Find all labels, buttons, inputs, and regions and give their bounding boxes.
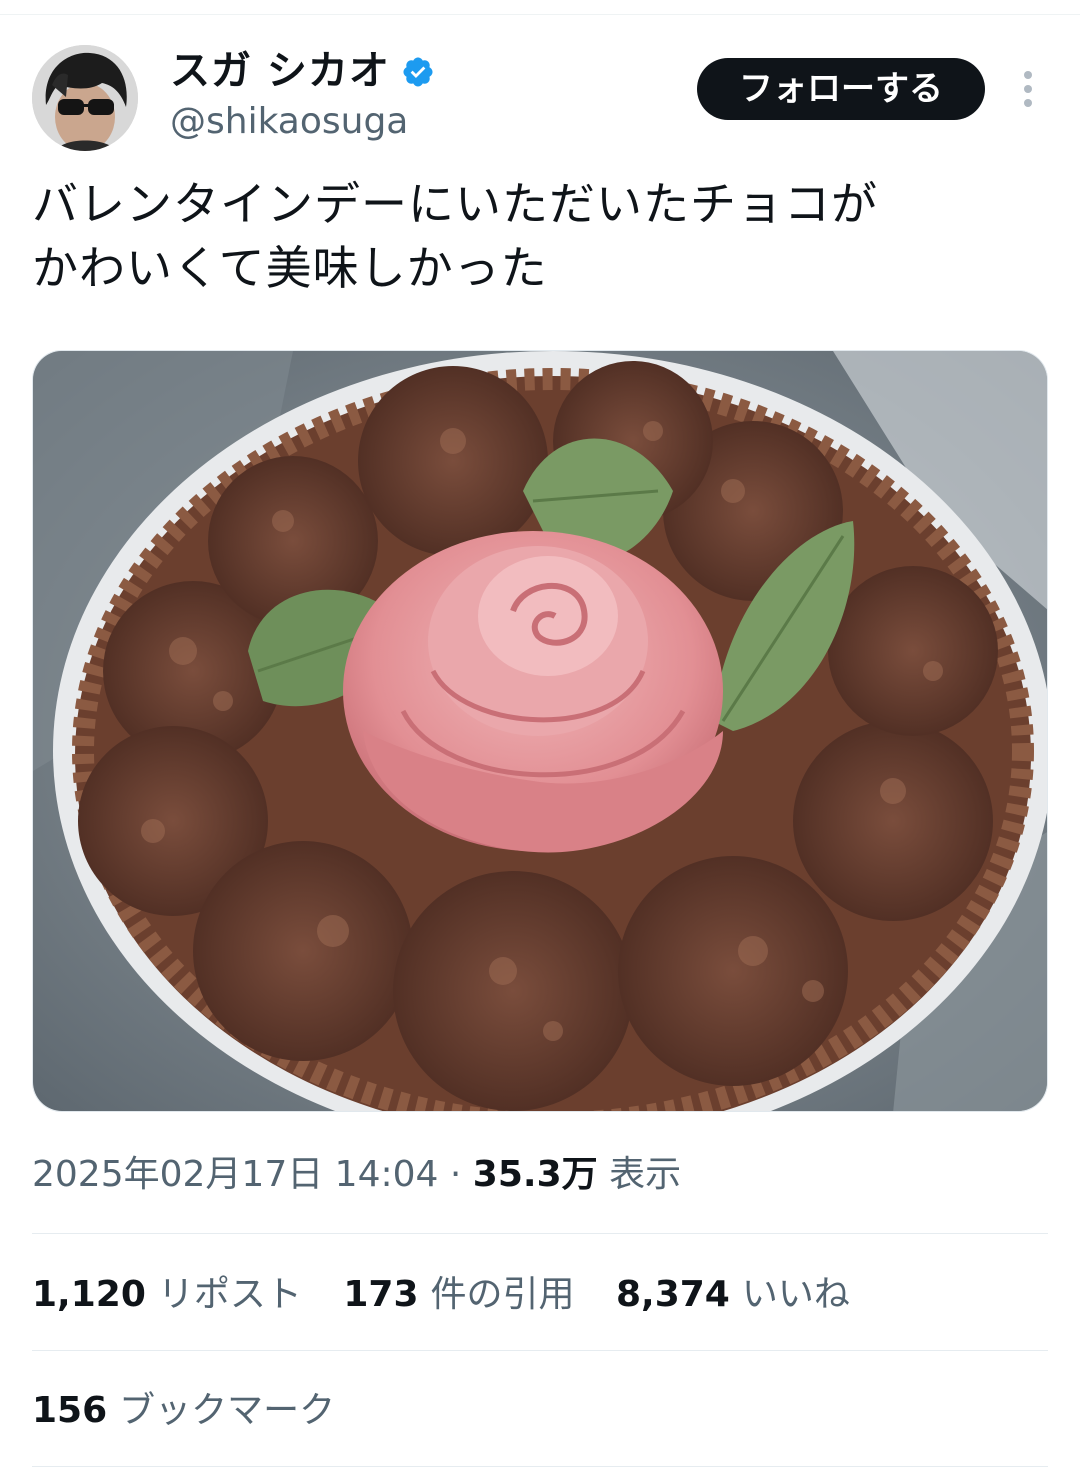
divider	[32, 1466, 1048, 1467]
tweet-text-line: バレンタインデーにいただいたチョコが	[32, 177, 878, 231]
views-label: 表示	[609, 1154, 682, 1195]
verified-badge-icon	[403, 57, 433, 87]
divider	[32, 1350, 1048, 1351]
separator: ·	[449, 1154, 462, 1195]
avatar[interactable]	[32, 45, 138, 151]
tweet-text: バレンタインデーにいただいたチョコが かわいくて美味しかった	[32, 172, 1048, 300]
divider	[32, 1233, 1048, 1234]
reposts-label: リポスト	[157, 1274, 302, 1315]
bookmarks-label: ブックマーク	[119, 1390, 336, 1431]
bookmarks-stat[interactable]: 156 ブックマーク	[32, 1386, 335, 1436]
more-vertical-icon[interactable]	[1008, 66, 1048, 112]
reposts-count: 1,120	[32, 1274, 146, 1315]
engagement-stats: 1,120 リポスト 173 件の引用 8,374 いいね	[32, 1270, 880, 1320]
chocolate-rose-image	[33, 351, 1047, 1111]
tweet-meta: 2025年02月17日 14:04 · 35.3万 表示	[32, 1150, 681, 1200]
timestamp[interactable]: 2025年02月17日 14:04	[32, 1154, 438, 1195]
likes-count: 8,374	[615, 1274, 730, 1315]
likes-label: いいね	[741, 1274, 850, 1315]
avatar-image	[32, 45, 138, 151]
likes-stat[interactable]: 8,374 いいね	[616, 1270, 850, 1320]
quotes-label: 件の引用	[430, 1274, 575, 1315]
tweet-text-line: かわいくて美味しかった	[32, 241, 548, 295]
bookmarks-count: 156	[32, 1390, 108, 1431]
display-name[interactable]: スガ シカオ	[170, 46, 390, 96]
follow-button[interactable]: フォローする	[697, 58, 985, 120]
quotes-stat[interactable]: 173 件の引用	[343, 1270, 574, 1320]
quotes-count: 173	[343, 1274, 419, 1315]
reposts-stat[interactable]: 1,120 リポスト	[32, 1270, 302, 1320]
tweet-photo[interactable]	[32, 350, 1048, 1112]
user-handle[interactable]: @shikaosuga	[170, 99, 408, 145]
top-divider	[0, 14, 1080, 15]
views-count: 35.3万	[472, 1154, 598, 1195]
